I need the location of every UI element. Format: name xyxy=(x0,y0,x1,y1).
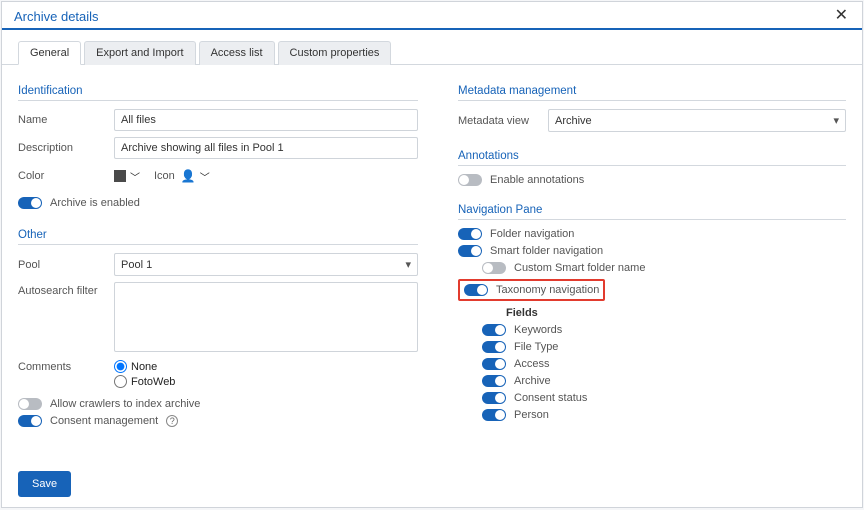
color-picker[interactable]: ﹀ xyxy=(114,167,140,186)
enable-annotations-toggle[interactable] xyxy=(458,174,482,186)
icon-picker[interactable]: 👤 ﹀ xyxy=(181,167,210,186)
comments-none-radio[interactable] xyxy=(114,360,127,373)
color-swatch-icon xyxy=(114,170,126,182)
general-right-column: Metadata management Metadata view Archiv… xyxy=(458,75,846,432)
crawlers-label: Allow crawlers to index archive xyxy=(50,398,200,410)
dialog-tabs: GeneralExport and ImportAccess listCusto… xyxy=(2,30,862,65)
taxonomy-nav-toggle[interactable] xyxy=(464,284,488,296)
field-toggle-keywords[interactable] xyxy=(482,324,506,336)
field-label: Access xyxy=(514,358,549,370)
field-toggle-archive[interactable] xyxy=(482,375,506,387)
field-label: Person xyxy=(514,409,549,421)
help-icon[interactable]: ? xyxy=(166,415,178,427)
general-left-column: Identification Name Description Color ﹀ … xyxy=(18,75,418,432)
tab-export-and-import[interactable]: Export and Import xyxy=(84,41,195,65)
archive-enabled-toggle[interactable] xyxy=(18,197,42,209)
field-label: Consent status xyxy=(514,392,587,404)
field-toggle-file-type[interactable] xyxy=(482,341,506,353)
chevron-down-icon: ﹀ xyxy=(200,169,210,184)
save-button[interactable]: Save xyxy=(18,471,71,497)
icon-label: Icon xyxy=(154,170,175,182)
field-toggle-consent-status[interactable] xyxy=(482,392,506,404)
tab-custom-properties[interactable]: Custom properties xyxy=(278,41,392,65)
consent-toggle[interactable] xyxy=(18,415,42,427)
tab-general[interactable]: General xyxy=(18,41,81,65)
crawlers-toggle[interactable] xyxy=(18,398,42,410)
name-label: Name xyxy=(18,114,114,126)
smart-folder-toggle[interactable] xyxy=(458,245,482,257)
folder-nav-label: Folder navigation xyxy=(490,228,574,240)
caret-down-icon: ▾ xyxy=(833,114,839,127)
caret-down-icon: ▾ xyxy=(405,258,411,271)
dialog-header: Archive details ✕ xyxy=(2,2,862,30)
description-label: Description xyxy=(18,142,114,154)
pool-label: Pool xyxy=(18,259,114,271)
comments-fotoweb-label: FotoWeb xyxy=(131,376,175,388)
section-navigation-pane: Navigation Pane xyxy=(458,200,846,220)
folder-nav-toggle[interactable] xyxy=(458,228,482,240)
taxonomy-nav-highlight: Taxonomy navigation xyxy=(458,279,605,301)
field-toggle-access[interactable] xyxy=(482,358,506,370)
field-label: File Type xyxy=(514,341,558,353)
user-icon: 👤 xyxy=(181,169,196,183)
section-metadata: Metadata management xyxy=(458,81,846,101)
chevron-down-icon: ﹀ xyxy=(130,169,140,184)
pool-select[interactable]: Pool 1 ▾ xyxy=(114,253,418,276)
autosearch-input[interactable] xyxy=(114,282,418,352)
field-label: Keywords xyxy=(514,324,562,336)
archive-enabled-label: Archive is enabled xyxy=(50,197,140,209)
pool-value: Pool 1 xyxy=(121,259,152,271)
metadata-view-label: Metadata view xyxy=(458,115,548,127)
comments-none-label: None xyxy=(131,361,157,373)
smart-folder-label: Smart folder navigation xyxy=(490,245,603,257)
archive-details-dialog: Archive details ✕ GeneralExport and Impo… xyxy=(1,1,863,508)
section-other: Other xyxy=(18,225,418,245)
description-input[interactable] xyxy=(114,137,418,159)
section-identification: Identification xyxy=(18,81,418,101)
taxonomy-nav-label: Taxonomy navigation xyxy=(496,284,599,296)
section-annotations: Annotations xyxy=(458,146,846,166)
metadata-view-value: Archive xyxy=(555,115,592,127)
field-toggle-person[interactable] xyxy=(482,409,506,421)
color-label: Color xyxy=(18,170,114,182)
field-label: Archive xyxy=(514,375,551,387)
dialog-title: Archive details xyxy=(14,9,831,24)
metadata-view-select[interactable]: Archive ▾ xyxy=(548,109,846,132)
name-input[interactable] xyxy=(114,109,418,131)
comments-fotoweb-radio[interactable] xyxy=(114,375,127,388)
consent-label: Consent management xyxy=(50,415,158,427)
custom-smart-folder-toggle[interactable] xyxy=(482,262,506,274)
autosearch-label: Autosearch filter xyxy=(18,282,114,297)
close-icon[interactable]: ✕ xyxy=(831,8,852,24)
tab-access-list[interactable]: Access list xyxy=(199,41,275,65)
custom-smart-folder-label: Custom Smart folder name xyxy=(514,262,645,274)
enable-annotations-label: Enable annotations xyxy=(490,174,584,186)
fields-heading: Fields xyxy=(506,307,846,319)
comments-label: Comments xyxy=(18,358,114,373)
